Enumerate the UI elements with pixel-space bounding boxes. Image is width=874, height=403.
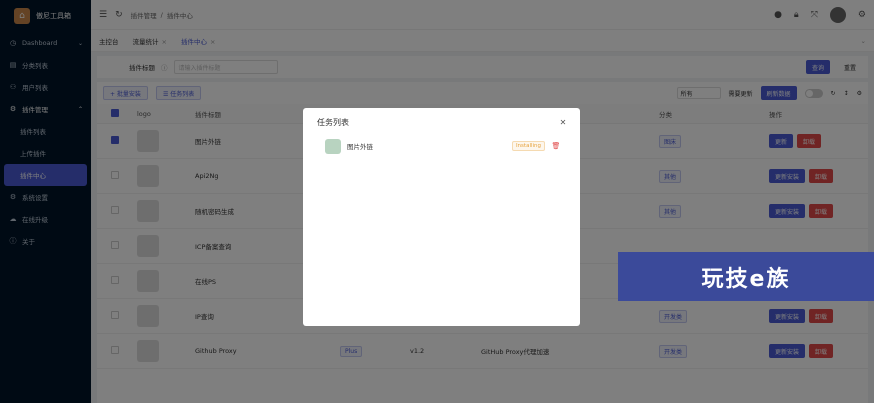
task-list-modal: 任务列表 ✕ 图片外链 Installing 🗑︎	[303, 108, 580, 326]
modal-title: 任务列表	[317, 118, 349, 127]
task-item: 图片外链 Installing 🗑︎	[325, 138, 561, 154]
task-name: 图片外链	[347, 143, 373, 151]
plugin-thumbnail	[325, 138, 341, 154]
delete-icon[interactable]: 🗑︎	[551, 141, 561, 151]
close-icon[interactable]: ✕	[558, 118, 568, 128]
watermark-logo: 玩技e族	[618, 252, 874, 301]
status-badge: Installing	[511, 141, 545, 151]
